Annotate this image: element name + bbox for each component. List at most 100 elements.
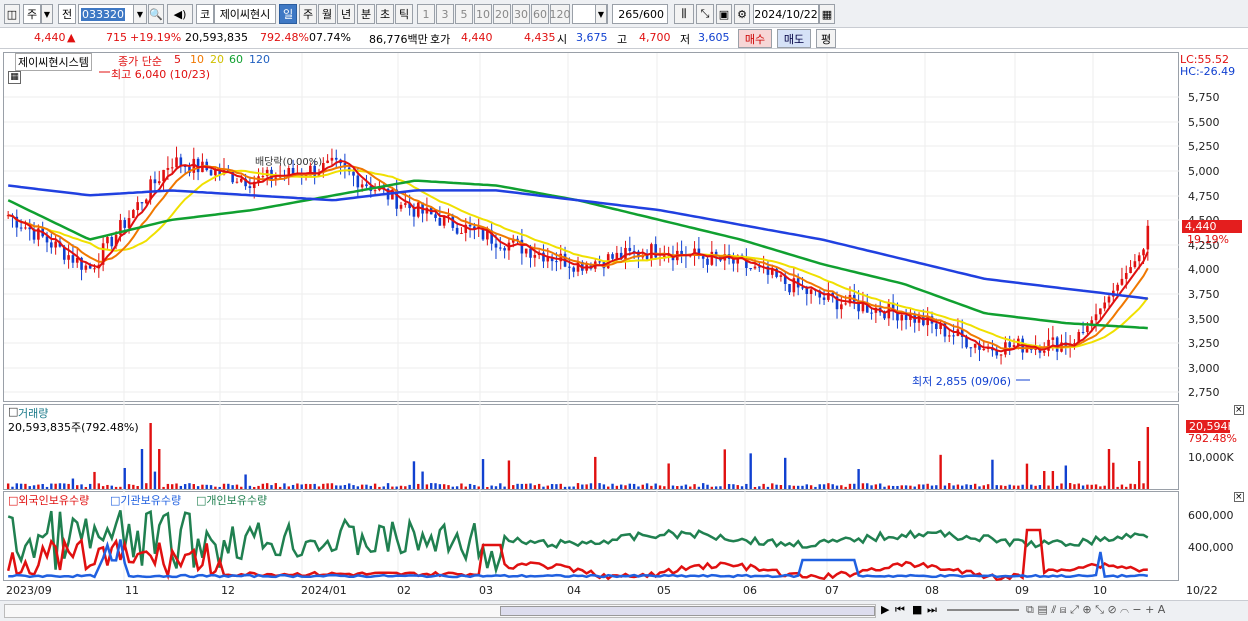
candle-body bbox=[153, 179, 157, 184]
volume-bar bbox=[1008, 484, 1011, 489]
volume-bar bbox=[270, 485, 273, 489]
volume-bar bbox=[274, 483, 278, 489]
candle-body bbox=[1103, 302, 1106, 309]
candle-body bbox=[455, 227, 459, 234]
volume-bar bbox=[287, 486, 290, 489]
volume-bar bbox=[425, 484, 429, 489]
volume-bar bbox=[37, 484, 40, 489]
candle-body bbox=[404, 203, 407, 205]
volume-bar bbox=[412, 461, 416, 489]
volume-bar bbox=[460, 483, 463, 489]
volume-bar bbox=[1043, 471, 1046, 489]
volume-bar bbox=[973, 483, 977, 489]
volume-bar bbox=[360, 484, 364, 489]
volume-bar bbox=[348, 483, 351, 489]
volume-bar bbox=[1129, 483, 1132, 489]
volume-bar bbox=[779, 485, 783, 489]
volume-bar bbox=[1055, 485, 1059, 489]
scroll-thumb[interactable] bbox=[500, 606, 875, 616]
volume-bar bbox=[840, 485, 843, 489]
volume-bar bbox=[762, 483, 765, 489]
candle-body bbox=[19, 227, 23, 229]
volume-bar bbox=[995, 485, 998, 489]
volume-bar bbox=[628, 483, 632, 489]
candle-body bbox=[503, 248, 506, 251]
ma120-line bbox=[8, 184, 1148, 300]
x-tick: 10/22 bbox=[1186, 584, 1218, 597]
high-annotation: 최고 6,040 (10/23) bbox=[111, 68, 211, 81]
volume-legend-box: □ bbox=[8, 405, 19, 418]
current-price-badge: 4,440 bbox=[1182, 220, 1242, 233]
volume-bar bbox=[291, 484, 295, 489]
volume-bar bbox=[1133, 484, 1137, 489]
volume-bar bbox=[537, 483, 541, 489]
y-tick: 4,750 bbox=[1188, 190, 1220, 203]
volume-bar bbox=[395, 486, 398, 489]
volume-bar bbox=[486, 486, 489, 489]
volume-bar bbox=[891, 485, 895, 489]
candle-body bbox=[870, 312, 873, 314]
volume-bar bbox=[982, 485, 985, 489]
scrollbar[interactable] bbox=[4, 604, 876, 618]
ma60-label: 60 bbox=[229, 53, 243, 66]
x-tick: 05 bbox=[657, 584, 671, 597]
tool-icons[interactable]: ⧉ ▤ ⫽ ⧈ ⤢ ⊕ ⤡ ⊘ ⌒ − + A bbox=[1026, 603, 1165, 617]
close-icon[interactable]: × bbox=[1234, 492, 1244, 502]
candle-body bbox=[706, 258, 709, 265]
candle-body bbox=[54, 241, 57, 248]
forward-icon[interactable]: ⏭ bbox=[927, 603, 937, 617]
candle-body bbox=[524, 248, 528, 254]
candle-body bbox=[1146, 225, 1150, 250]
y-tick: 3,500 bbox=[1188, 313, 1220, 326]
rewind-icon[interactable]: ⏮ bbox=[895, 603, 905, 617]
volume-bar bbox=[1094, 484, 1098, 489]
candle-body bbox=[1120, 278, 1124, 285]
volume-bar bbox=[404, 486, 407, 489]
volume-bar bbox=[201, 484, 204, 489]
candle-body bbox=[628, 247, 632, 251]
foreign-legend: □외국인보유수량 bbox=[8, 494, 90, 507]
scroll-right-icon[interactable]: ▶ bbox=[881, 603, 889, 616]
volume-bar bbox=[378, 486, 381, 489]
volume-bar bbox=[162, 486, 165, 489]
x-tick: 10 bbox=[1093, 584, 1107, 597]
close-icon[interactable]: × bbox=[1234, 405, 1244, 415]
candle-body bbox=[334, 157, 338, 160]
volume-bar bbox=[598, 483, 601, 489]
volume-bar bbox=[1021, 484, 1024, 489]
volume-bar bbox=[494, 486, 498, 489]
volume-bar bbox=[1012, 485, 1016, 489]
zoom-slider[interactable] bbox=[947, 609, 1019, 611]
volume-bar bbox=[265, 483, 269, 489]
volume-bar bbox=[1030, 484, 1033, 489]
volume-bar bbox=[481, 459, 485, 489]
candle-body bbox=[460, 232, 463, 234]
volume-bar bbox=[386, 483, 390, 489]
stop-icon[interactable]: ■ bbox=[912, 603, 922, 616]
volume-bar bbox=[499, 483, 502, 489]
x-tick: 06 bbox=[743, 584, 757, 597]
volume-bar bbox=[853, 483, 856, 489]
volume-bar bbox=[563, 486, 567, 489]
volume-bar bbox=[235, 484, 239, 489]
volume-bar bbox=[632, 483, 636, 489]
volume-bar bbox=[1103, 485, 1106, 489]
volume-bar bbox=[844, 486, 847, 489]
volume-bar bbox=[831, 484, 834, 489]
y-tick: 5,750 bbox=[1188, 91, 1220, 104]
volume-bar bbox=[619, 484, 623, 489]
volume-bar bbox=[848, 483, 852, 489]
volume-bar bbox=[171, 484, 174, 489]
foreign-label: 외국인보유수량 bbox=[18, 494, 90, 507]
candle-body bbox=[973, 343, 977, 348]
volume-bar bbox=[710, 486, 714, 489]
grid-icon[interactable]: ▦ bbox=[8, 71, 21, 84]
volume-bar bbox=[615, 485, 619, 489]
volume-bar bbox=[719, 486, 722, 489]
volume-bar bbox=[1004, 485, 1007, 489]
candle-body bbox=[209, 170, 213, 176]
volume-bar bbox=[822, 484, 826, 489]
candle-body bbox=[175, 157, 178, 168]
volume-bar bbox=[1068, 483, 1072, 489]
volume-bar bbox=[222, 483, 226, 489]
